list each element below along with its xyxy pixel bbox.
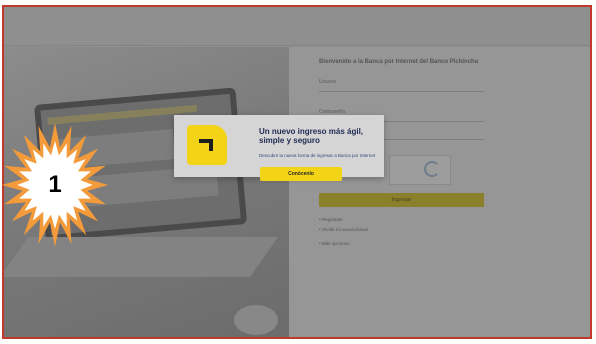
step-number-badge: 1 [0,120,110,250]
top-nav-divider [4,45,590,46]
forgot-credentials-link[interactable]: Olvidé mi usuario/clave [319,227,369,232]
username-input[interactable] [319,91,484,92]
modal-cta-button[interactable]: Conócenlo [260,167,342,181]
login-form-title: Bienvenido a la Banca por Internet del B… [319,59,479,65]
username-label: Usuario [319,79,337,85]
logo-glyph [209,139,213,151]
badge-number: 1 [48,171,62,198]
coffee-cup-image [234,305,278,335]
captcha-widget[interactable] [389,155,451,185]
submit-button[interactable]: Ingresar [319,193,484,207]
register-link[interactable]: Regístrate [319,217,343,222]
login-form-panel: Bienvenido a la Banca por Internet del B… [289,47,590,337]
bank-logo-icon [187,125,227,165]
recaptcha-icon [424,161,440,177]
modal-title: Un nuevo ingreso más ágil, simple y segu… [259,127,364,145]
modal-subtitle: Descubre la nueva forma de ingresar a Ba… [259,153,376,158]
promo-modal: Un nuevo ingreso más ágil, simple y segu… [174,115,384,181]
top-nav-bar [4,7,590,47]
more-options-link[interactable]: Más opciones [319,241,350,246]
